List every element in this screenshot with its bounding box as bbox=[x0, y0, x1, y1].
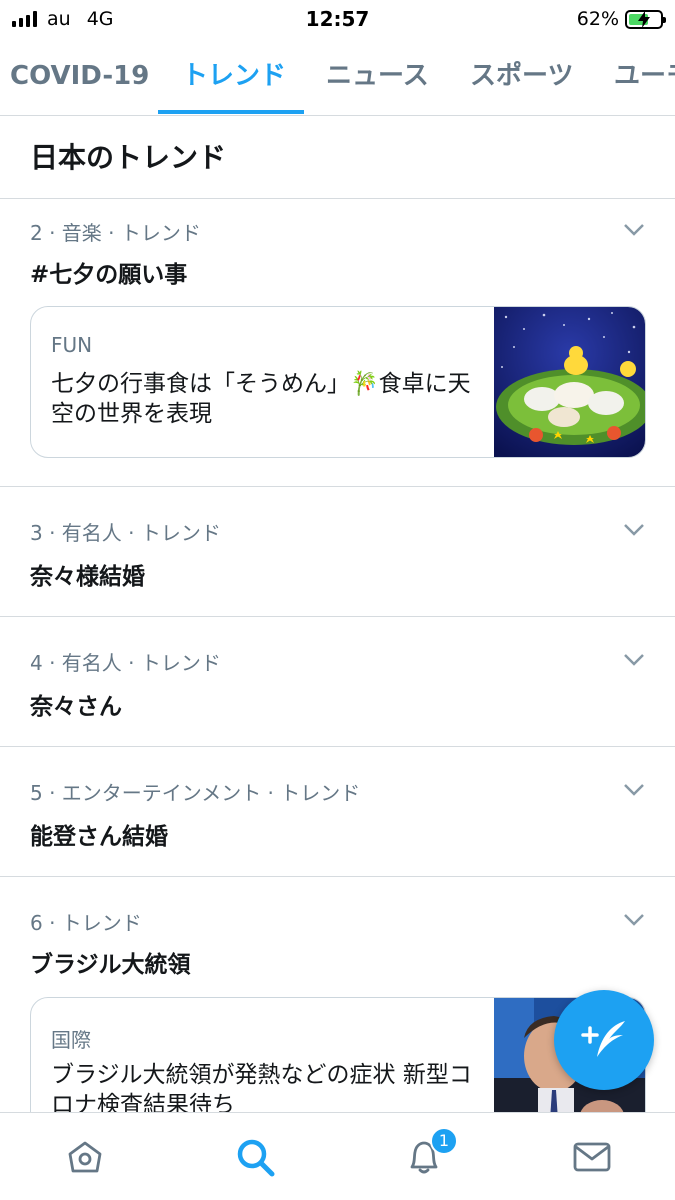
trend-name: #七夕の願い事 bbox=[30, 262, 188, 288]
trend-name: ブラジル大統領 bbox=[30, 952, 191, 978]
chevron-down-icon[interactable] bbox=[623, 783, 645, 797]
tab-trends[interactable]: トレンド bbox=[182, 48, 286, 115]
card-category: 国際 bbox=[51, 1028, 91, 1052]
card-category: FUN bbox=[51, 333, 93, 357]
nav-search[interactable] bbox=[233, 1135, 277, 1179]
trend-item[interactable]: 3 · 有名人 · トレンド 奈々様結婚 bbox=[0, 487, 675, 617]
trend-meta: 4 · 有名人 · トレンド bbox=[30, 651, 221, 675]
charging-bolt-icon bbox=[638, 10, 650, 28]
trend-meta: 3 · 有名人 · トレンド bbox=[30, 521, 221, 545]
search-icon bbox=[237, 1139, 275, 1177]
active-tab-indicator bbox=[158, 110, 304, 114]
card-headline: 七夕の行事食は「そうめん」🎋食卓に天空の世界を表現 bbox=[51, 371, 471, 427]
tab-covid19[interactable]: COVID-19 bbox=[10, 48, 149, 115]
trend-name: 奈々様結婚 bbox=[30, 564, 145, 590]
home-icon bbox=[68, 1141, 102, 1173]
explore-tabs: COVID-19 トレンド ニュース スポーツ ユーモ bbox=[0, 48, 675, 116]
trend-item[interactable]: 2 · 音楽 · トレンド #七夕の願い事 FUN 七夕の行事食は「そうめん」🎋… bbox=[0, 199, 675, 487]
tab-news[interactable]: ニュース bbox=[326, 48, 429, 115]
chevron-down-icon[interactable] bbox=[623, 913, 645, 927]
tab-sports[interactable]: スポーツ bbox=[470, 48, 573, 115]
trend-meta: 5 · エンターテインメント · トレンド bbox=[30, 781, 361, 805]
battery-percent: 62% bbox=[576, 8, 619, 30]
card-headline: ブラジル大統領が発熱などの症状 新型コロナ検査結果待ち bbox=[51, 1062, 472, 1112]
trend-name: 奈々さん bbox=[30, 694, 122, 720]
trend-item[interactable]: 4 · 有名人 · トレンド 奈々さん bbox=[0, 617, 675, 747]
somen-tanabata-photo bbox=[494, 307, 645, 457]
section-title: 日本のトレンド bbox=[30, 141, 227, 174]
trend-meta: 2 · 音楽 · トレンド bbox=[30, 221, 201, 245]
news-card[interactable]: 国際 ブラジル大統領が発熱などの症状 新型コロナ検査結果待ち bbox=[30, 997, 646, 1112]
messages-envelope-icon bbox=[573, 1142, 611, 1172]
trend-meta: 6 · トレンド bbox=[30, 911, 142, 935]
bottom-tab-bar: 1 bbox=[0, 1112, 675, 1200]
news-card[interactable]: FUN 七夕の行事食は「そうめん」🎋食卓に天空の世界を表現 bbox=[30, 306, 646, 458]
status-bar: au 4G 12:57 62% bbox=[0, 0, 675, 40]
chevron-down-icon[interactable] bbox=[623, 653, 645, 667]
chevron-down-icon[interactable] bbox=[623, 223, 645, 237]
trend-item[interactable]: 5 · エンターテインメント · トレンド 能登さん結婚 bbox=[0, 747, 675, 877]
nav-messages[interactable] bbox=[570, 1135, 614, 1179]
battery-icon bbox=[625, 9, 666, 29]
tab-entertainment[interactable]: ユーモ bbox=[614, 48, 675, 115]
clock: 12:57 bbox=[305, 7, 370, 31]
compose-tweet-button[interactable] bbox=[554, 990, 654, 1090]
notification-count-badge: 1 bbox=[430, 1127, 458, 1155]
chevron-down-icon[interactable] bbox=[623, 523, 645, 537]
compose-tweet-icon bbox=[581, 1021, 625, 1057]
nav-home[interactable] bbox=[63, 1135, 107, 1179]
trend-name: 能登さん結婚 bbox=[30, 824, 168, 850]
